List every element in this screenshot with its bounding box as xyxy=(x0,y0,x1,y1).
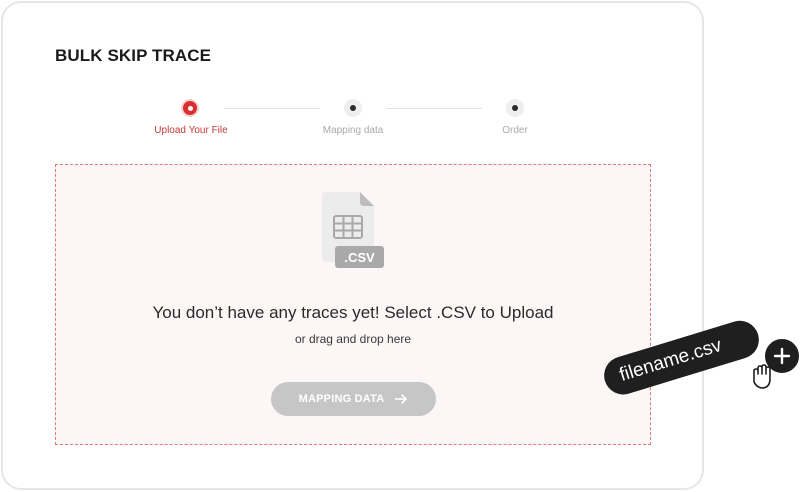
step-mapping-indicator[interactable] xyxy=(344,99,362,117)
grab-hand-cursor-icon xyxy=(748,362,778,392)
page-title: BULK SKIP TRACE xyxy=(55,46,212,65)
step-label-mapping: Mapping data xyxy=(322,125,384,136)
mapping-data-button[interactable]: MAPPING DATA xyxy=(271,382,436,416)
stepper-connector xyxy=(224,108,320,109)
stepper-connector xyxy=(386,108,482,109)
mapping-data-button-label: MAPPING DATA xyxy=(298,393,385,405)
step-label-order: Order xyxy=(502,125,528,136)
drag-drop-hint: or drag and drop here xyxy=(294,332,412,346)
empty-state-message: You don’t have any traces yet! Select .C… xyxy=(152,303,554,322)
step-order-indicator[interactable] xyxy=(506,99,524,117)
csv-badge: .CSV xyxy=(344,250,375,265)
step-label-upload: Upload Your File xyxy=(154,125,228,136)
step-upload-indicator[interactable] xyxy=(181,99,199,117)
arrow-right-icon xyxy=(394,393,408,405)
csv-file-icon: .CSV xyxy=(320,192,386,270)
